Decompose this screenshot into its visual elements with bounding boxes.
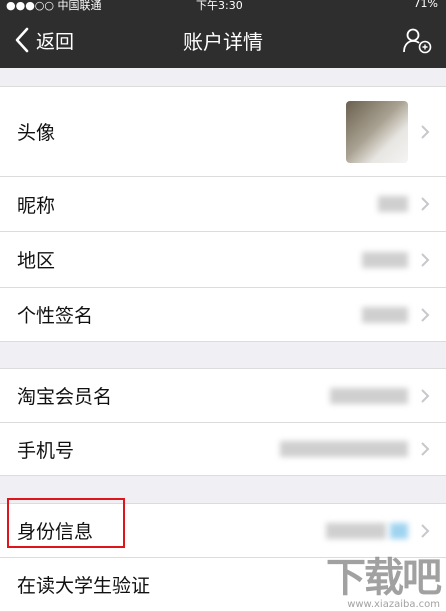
chevron-right-icon xyxy=(421,388,430,403)
nickname-value xyxy=(378,196,408,212)
battery: 71% xyxy=(413,0,438,10)
student-verify-label: 在读大学生验证 xyxy=(17,575,151,597)
status-bar: ●●●○○ 中国联通 下午3:30 71% xyxy=(0,0,446,12)
region-label: 地区 xyxy=(17,250,56,272)
avatar-label: 头像 xyxy=(17,122,56,144)
taobao-member-value xyxy=(330,387,408,404)
signature-row[interactable]: 个性签名 xyxy=(0,288,446,342)
taobao-member-row[interactable]: 淘宝会员名 xyxy=(0,368,446,423)
signature-label: 个性签名 xyxy=(17,305,94,327)
phone-label: 手机号 xyxy=(17,439,75,462)
watermark-brand: 下载吧 xyxy=(326,555,442,601)
region-row[interactable]: 地区 xyxy=(0,232,446,288)
nav-bar: 返回 账户详情 xyxy=(0,12,446,68)
signature-value xyxy=(362,306,408,323)
chevron-right-icon xyxy=(421,523,430,538)
identity-label: 身份信息 xyxy=(17,521,94,543)
phone-value xyxy=(280,441,408,457)
chevron-right-icon xyxy=(421,307,430,322)
chevron-right-icon xyxy=(421,442,430,456)
nickname-row[interactable]: 昵称 xyxy=(0,177,446,232)
chevron-right-icon xyxy=(421,197,430,211)
watermark: 下载吧 www.xiazaiba.com xyxy=(326,555,442,610)
avatar xyxy=(346,101,408,163)
chevron-right-icon xyxy=(421,252,430,267)
phone-row[interactable]: 手机号 xyxy=(0,423,446,476)
region-value xyxy=(362,251,408,268)
identity-row[interactable]: 身份信息 xyxy=(0,503,446,558)
avatar-row[interactable]: 头像 xyxy=(0,86,446,177)
identity-value xyxy=(325,522,408,539)
taobao-member-label: 淘宝会员名 xyxy=(17,386,113,408)
user-switch-icon[interactable] xyxy=(402,26,432,54)
page-title: 账户详情 xyxy=(183,30,263,54)
nickname-label: 昵称 xyxy=(17,194,56,217)
chevron-right-icon xyxy=(421,124,430,139)
